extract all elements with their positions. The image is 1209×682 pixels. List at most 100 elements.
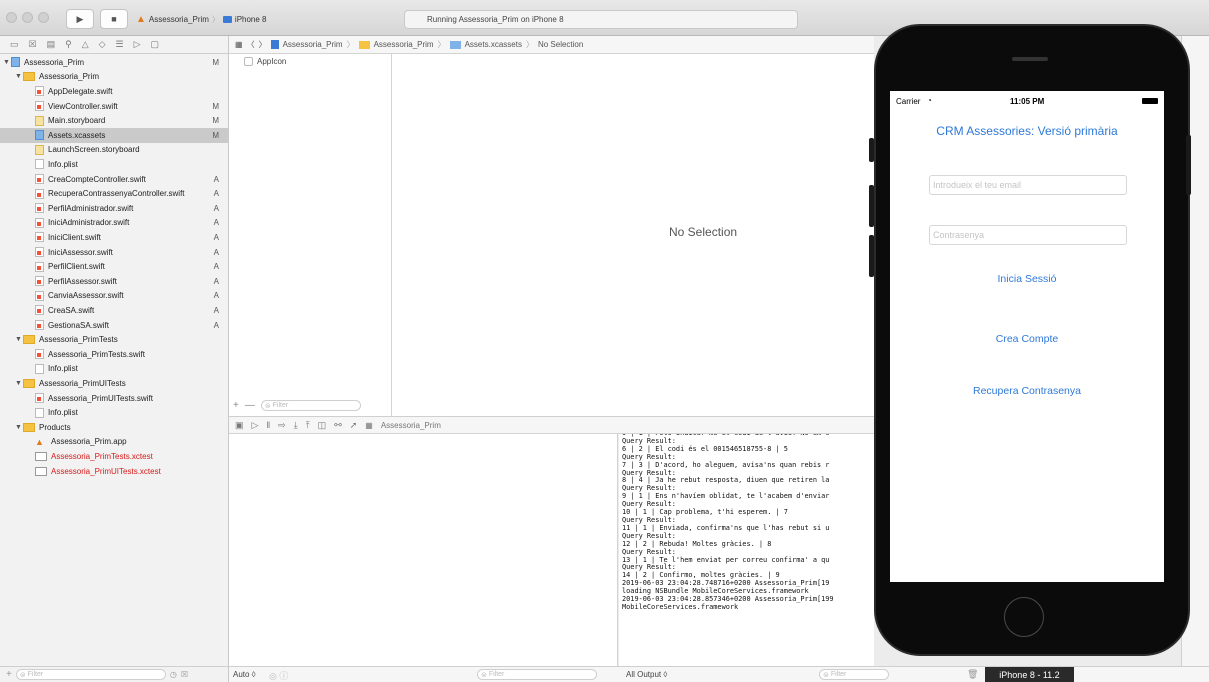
navigator-row[interactable]: ▼ Products — [0, 420, 229, 435]
speaker-grille — [1012, 57, 1048, 61]
navigator-row[interactable]: CreaCompteController.swift A — [0, 172, 229, 187]
navigator-row-label: AppDelegate.swift — [48, 86, 113, 96]
back-icon[interactable]: 〈 — [247, 39, 255, 50]
email-field[interactable]: Introdueix el teu email — [929, 175, 1127, 195]
home-button[interactable] — [1004, 597, 1044, 637]
volume-up-button[interactable] — [869, 185, 874, 227]
disclosure-triangle-icon[interactable]: ▼ — [15, 424, 23, 431]
symbol-icon[interactable]: ▤ — [47, 39, 56, 50]
stop-button[interactable]: ■ — [100, 9, 128, 29]
navigator-row[interactable]: IniciAdministrador.swift A — [0, 216, 229, 231]
navigator-row[interactable]: CreaSA.swift A — [0, 303, 229, 318]
view-debugger-icon[interactable]: ◫ — [318, 420, 327, 431]
test-icon[interactable]: ◇ — [99, 39, 106, 50]
disclosure-triangle-icon[interactable]: ▼ — [3, 59, 11, 66]
report-icon[interactable]: ▢ — [151, 39, 160, 50]
step-out-icon[interactable]: ⤒ — [306, 420, 310, 431]
hide-debug-icon[interactable]: ▣ — [235, 420, 244, 431]
breakpoint-icon[interactable]: ▷ — [134, 39, 141, 50]
navigator-row[interactable]: PerfilAssessor.swift A — [0, 274, 229, 289]
navigator-row[interactable]: ▼ Assessoria_PrimTests — [0, 332, 229, 347]
add-asset-icon[interactable]: + — [233, 400, 239, 411]
navigator-row[interactable]: Info.plist — [0, 157, 229, 172]
variables-view — [229, 434, 618, 666]
recent-files-icon[interactable]: ◷ — [170, 670, 177, 679]
step-over-icon[interactable]: ⇨ — [278, 420, 286, 431]
search-icon[interactable]: ⚲ — [65, 39, 72, 50]
asset-catalog-icon — [449, 40, 461, 49]
close-window-button[interactable] — [6, 12, 17, 23]
navigator-row[interactable]: Info.plist — [0, 362, 229, 377]
related-items-icon[interactable]: ▦ — [235, 40, 243, 49]
console-filter-input[interactable]: ⊜ Filter — [819, 669, 889, 680]
location-icon[interactable]: ➚ — [350, 420, 358, 431]
memory-graph-icon[interactable]: ⚯ — [334, 420, 342, 431]
asset-label: AppIcon — [257, 57, 287, 66]
trash-icon[interactable]: 🗑︎ — [967, 669, 978, 680]
breadcrumb-assets[interactable]: Assets.xcassets — [465, 40, 522, 49]
source-control-icon[interactable]: ☒ — [29, 39, 37, 50]
step-into-icon[interactable]: ⤓ — [294, 420, 298, 431]
auto-variables-menu[interactable]: Auto ◊ — [233, 670, 256, 679]
warning-icon[interactable]: △ — [82, 39, 89, 50]
pause-icon[interactable]: ‖ — [266, 420, 270, 430]
activity-viewer: Running Assessoria_Prim on iPhone 8 — [404, 10, 798, 29]
breadcrumb-project[interactable]: Assessoria_Prim — [283, 40, 343, 49]
folder-icon[interactable]: ▭ — [10, 39, 19, 50]
breadcrumb-folder[interactable]: Assessoria_Prim — [374, 40, 434, 49]
navigator-row[interactable]: Assessoria_PrimTests.xctest — [0, 449, 229, 464]
navigator-row[interactable]: ViewController.swift M — [0, 99, 229, 114]
asset-item-appicon[interactable]: AppIcon — [244, 57, 286, 66]
navigator-row-label: IniciAssessor.swift — [48, 247, 113, 257]
navigator-row[interactable]: ▼ Assessoria_Prim — [0, 70, 229, 85]
navigator-row[interactable]: IniciClient.swift A — [0, 230, 229, 245]
debug-icon[interactable]: ☰ — [116, 39, 124, 50]
recover-password-button[interactable]: Recupera Contrasenya — [890, 385, 1164, 397]
navigator-row[interactable]: Assessoria_PrimTests.swift — [0, 347, 229, 362]
scheme-selector[interactable]: ▲ Assessoria_Prim 〉 iPhone 8 — [136, 10, 267, 28]
navigator-row[interactable]: Assessoria_PrimUITests.xctest — [0, 464, 229, 479]
swift-file-icon — [35, 101, 44, 112]
navigator-row[interactable]: PerfilAdministrador.swift A — [0, 201, 229, 216]
navigator-row[interactable]: RecuperaContrassenyaController.swift A — [0, 186, 229, 201]
disclosure-triangle-icon[interactable]: ▼ — [15, 336, 23, 343]
navigator-row[interactable]: ▲ Assessoria_Prim.app — [0, 435, 229, 450]
output-selector[interactable]: All Output ◊ — [626, 670, 667, 679]
navigator-row[interactable]: ▼ Assessoria_Prim M — [0, 55, 229, 70]
variables-filter-input[interactable]: ⊜ Filter — [477, 669, 597, 680]
navigator-row[interactable]: AppDelegate.swift — [0, 84, 229, 99]
minimize-window-button[interactable] — [22, 12, 33, 23]
navigator-row[interactable]: ▼ Assessoria_PrimUITests — [0, 376, 229, 391]
navigator-row[interactable]: Main.storyboard M — [0, 113, 229, 128]
console-output[interactable]: 9 | 1 | Pots indicar-me el codi de l'avi… — [619, 434, 874, 666]
zoom-window-button[interactable] — [38, 12, 49, 23]
navigator-footer: + ⊜ Filter ◷ ☒ — [0, 666, 229, 682]
breakpoints-toggle-icon[interactable]: ▷ — [252, 420, 259, 431]
login-button[interactable]: Inicia Sessió — [890, 273, 1164, 285]
power-button[interactable] — [1186, 135, 1191, 195]
navigator-row[interactable]: PerfilClient.swift A — [0, 259, 229, 274]
navigator-row[interactable]: CanviaAssessor.swift A — [0, 289, 229, 304]
scm-filter-icon[interactable]: ☒ — [181, 670, 188, 679]
navigator-row[interactable]: Assets.xcassets M — [0, 128, 229, 143]
navigator-row[interactable]: IniciAssessor.swift A — [0, 245, 229, 260]
navigator-row[interactable]: LaunchScreen.storyboard — [0, 143, 229, 158]
forward-icon[interactable]: 〉 — [259, 39, 267, 50]
navigator-filter-input[interactable]: ⊜ Filter — [15, 669, 166, 680]
asset-filter-input[interactable]: ⊜ Filter — [260, 400, 361, 411]
mute-switch[interactable] — [869, 138, 874, 162]
play-icon: ▶ — [76, 13, 84, 24]
breadcrumb-selection[interactable]: No Selection — [538, 40, 583, 49]
add-icon[interactable]: + — [6, 669, 12, 680]
create-account-button[interactable]: Crea Compte — [890, 333, 1164, 345]
navigator-row[interactable]: GestionaSA.swift A — [0, 318, 229, 333]
disclosure-triangle-icon[interactable]: ▼ — [15, 380, 23, 387]
run-button[interactable]: ▶ — [66, 9, 94, 29]
disclosure-triangle-icon[interactable]: ▼ — [15, 73, 23, 80]
password-field[interactable]: Contrasenya — [929, 225, 1127, 245]
volume-down-button[interactable] — [869, 235, 874, 277]
quicklook-icon[interactable]: ◎ ⓘ — [269, 669, 288, 682]
remove-asset-icon[interactable]: — — [245, 400, 255, 411]
navigator-row[interactable]: Assessoria_PrimUITests.swift — [0, 391, 229, 406]
navigator-row[interactable]: Info.plist — [0, 405, 229, 420]
